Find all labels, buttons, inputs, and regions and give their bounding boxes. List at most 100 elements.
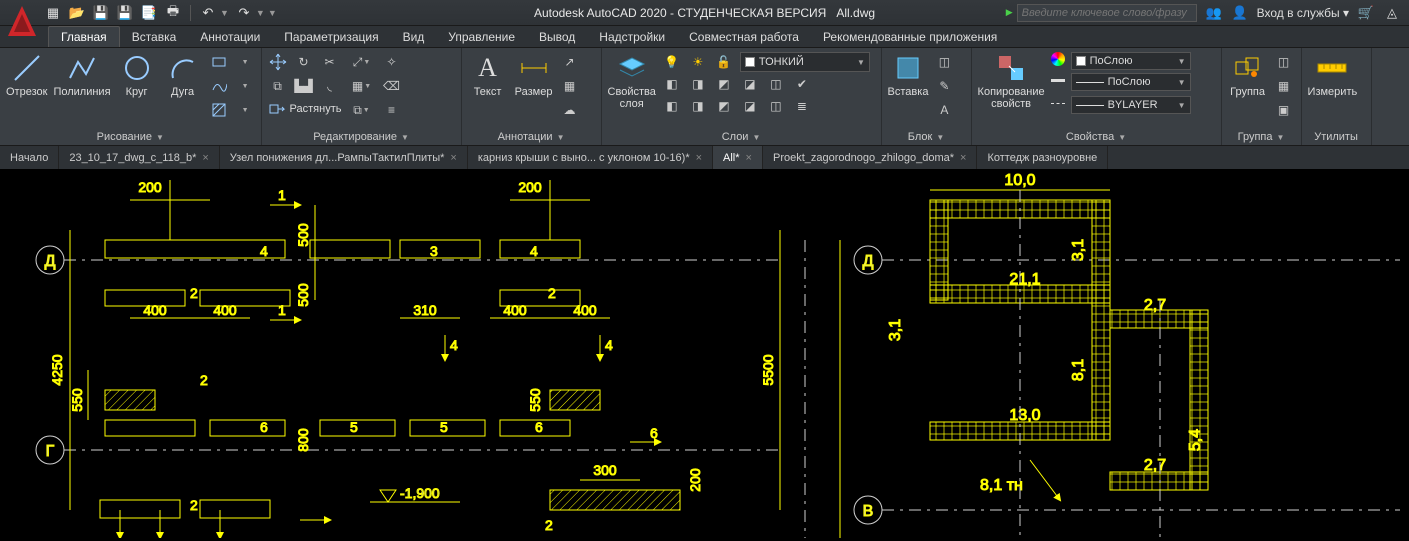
rotate-icon[interactable]: ↻ (294, 52, 314, 72)
tab-collab[interactable]: Совместная работа (677, 27, 811, 47)
explode-icon[interactable]: ✧ (381, 52, 401, 72)
panel-title-block[interactable]: Блок▼ (888, 128, 965, 145)
move-icon[interactable] (268, 52, 288, 72)
close-icon[interactable]: × (202, 152, 208, 164)
redo-icon[interactable]: ↷ (235, 4, 253, 22)
panel-title-utils[interactable]: Утилиты (1308, 128, 1365, 145)
layer-tool-icon[interactable]: ◧ (662, 96, 682, 116)
file-tab[interactable]: All*× (713, 146, 763, 169)
ungroup-icon[interactable]: ◫ (1274, 52, 1294, 72)
drawing-area[interactable]: Д Г 4250 550 550 200 200 4 3 4 1 1 500 (0, 170, 1409, 538)
cloud-icon[interactable]: ☁ (560, 100, 580, 120)
file-tab[interactable]: Начало (0, 146, 59, 169)
file-tab[interactable]: Узел понижения дл...РампыТактилПлиты*× (220, 146, 468, 169)
group-edit-icon[interactable]: ▦ (1274, 76, 1294, 96)
new-icon[interactable]: ▦ (44, 4, 62, 22)
tab-parametric[interactable]: Параметризация (272, 27, 390, 47)
undo-icon[interactable]: ↶ (199, 4, 217, 22)
circle-button[interactable]: Круг (117, 52, 157, 98)
file-tab[interactable]: Proekt_zagorodnogo_zhilogo_doma*× (763, 146, 977, 169)
plot-icon[interactable]: 🖶 (164, 4, 182, 22)
table-icon[interactable]: ▦ (560, 76, 580, 96)
layer-tool-icon[interactable]: ◫ (766, 96, 786, 116)
text-button[interactable]: A Текст (468, 52, 508, 98)
linetype-selector[interactable]: BYLAYER▼ (1071, 96, 1191, 114)
layer-tool-icon[interactable]: ◩ (714, 74, 734, 94)
save-icon[interactable]: 💾 (92, 4, 110, 22)
layer-tool-icon[interactable]: ◨ (688, 96, 708, 116)
saveas-icon[interactable]: 💾 (116, 4, 134, 22)
tab-manage[interactable]: Управление (436, 27, 527, 47)
hatch-icon[interactable] (209, 100, 229, 120)
linetype-icon[interactable] (1051, 103, 1065, 117)
lock-icon[interactable]: 🔓 (714, 52, 734, 72)
chevron-down-icon[interactable]: ▼ (235, 100, 255, 120)
qat-customize-icon[interactable]: ▼ (268, 8, 277, 18)
chevron-down-icon[interactable]: ▼ (235, 52, 255, 72)
tab-output[interactable]: Вывод (527, 27, 587, 47)
edit-block-icon[interactable]: ✎ (934, 76, 954, 96)
leader-icon[interactable]: ↗ (560, 52, 580, 72)
tab-annotate[interactable]: Аннотации (188, 27, 272, 47)
rectangle-icon[interactable] (209, 52, 229, 72)
tab-addins[interactable]: Надстройки (587, 27, 677, 47)
user-icon[interactable]: 👤 (1231, 4, 1249, 22)
create-block-icon[interactable]: ◫ (934, 52, 954, 72)
close-icon[interactable]: × (696, 152, 702, 164)
people-icon[interactable]: 👥 (1205, 4, 1223, 22)
polyline-button[interactable]: Полилиния (53, 52, 110, 98)
group-button[interactable]: Группа (1228, 52, 1268, 98)
close-icon[interactable]: × (960, 152, 966, 164)
autodesk-icon[interactable]: ◬ (1383, 4, 1401, 22)
tab-featured[interactable]: Рекомендованные приложения (811, 27, 1009, 47)
layer-tool-icon[interactable]: ◪ (740, 74, 760, 94)
panel-title-group[interactable]: Группа▼ (1228, 128, 1295, 145)
tab-view[interactable]: Вид (391, 27, 437, 47)
file-tab[interactable]: Коттедж разноуровне (977, 146, 1108, 169)
lineweight-selector[interactable]: ПоСлою▼ (1071, 73, 1191, 91)
close-icon[interactable]: × (746, 152, 752, 164)
file-tab[interactable]: 23_10_17_dwg_c_118_b*× (59, 146, 219, 169)
panel-title-draw[interactable]: Рисование▼ (6, 128, 255, 145)
chevron-down-icon[interactable]: ▼ (235, 76, 255, 96)
layer-match-icon[interactable]: ✔ (792, 74, 812, 94)
color-selector[interactable]: ПоСлою▼ (1071, 52, 1191, 70)
panel-title-modify[interactable]: Редактирование▼ (268, 128, 455, 145)
scale-icon[interactable]: ⤢▼ (347, 52, 375, 72)
attribute-icon[interactable]: A (934, 100, 954, 120)
trim-icon[interactable]: ✂ (320, 52, 340, 72)
app-logo[interactable] (2, 2, 42, 42)
sun-icon[interactable]: ☀ (688, 52, 708, 72)
chevron-down-icon[interactable]: ▼ (220, 8, 229, 18)
layer-state-icon[interactable]: ≣ (792, 96, 812, 116)
signin-link[interactable]: Вход в службы ▾ (1257, 6, 1349, 20)
exchange-icon[interactable]: 🛒 (1357, 4, 1375, 22)
line-button[interactable]: Отрезок (6, 52, 47, 98)
bulb-icon[interactable]: 💡 (662, 52, 682, 72)
fillet-icon[interactable]: ◟ (320, 76, 340, 96)
measure-button[interactable]: Измерить (1308, 52, 1358, 98)
layer-tool-icon[interactable]: ◨ (688, 74, 708, 94)
color-swatch-icon[interactable] (1051, 52, 1065, 66)
align-icon[interactable]: ≡ (381, 100, 401, 120)
layer-tool-icon[interactable]: ◫ (766, 74, 786, 94)
array-icon[interactable]: ▦▼ (347, 76, 375, 96)
dimension-button[interactable]: Размер (514, 52, 554, 98)
spline-icon[interactable] (209, 76, 229, 96)
layer-properties-button[interactable]: Свойства слоя (608, 52, 656, 110)
panel-title-properties[interactable]: Свойства▼ (978, 128, 1215, 145)
search-input[interactable] (1017, 4, 1197, 22)
layer-tool-icon[interactable]: ◧ (662, 74, 682, 94)
group-select-icon[interactable]: ▣ (1274, 100, 1294, 120)
offset-icon[interactable]: ⧉▼ (347, 100, 375, 120)
match-properties-button[interactable]: Копирование свойств (978, 52, 1045, 110)
arc-button[interactable]: Дуга (163, 52, 203, 98)
copy-icon[interactable]: ⧉ (268, 76, 288, 96)
close-icon[interactable]: × (450, 152, 456, 164)
file-tab[interactable]: карниз крыши с выно... с уклоном 10-16)*… (468, 146, 713, 169)
layer-tool-icon[interactable]: ◪ (740, 96, 760, 116)
lineweight-icon[interactable] (1051, 79, 1065, 93)
panel-title-layers[interactable]: Слои▼ (608, 128, 875, 145)
layer-tool-icon[interactable]: ◩ (714, 96, 734, 116)
panel-title-annotation[interactable]: Аннотации▼ (468, 128, 595, 145)
